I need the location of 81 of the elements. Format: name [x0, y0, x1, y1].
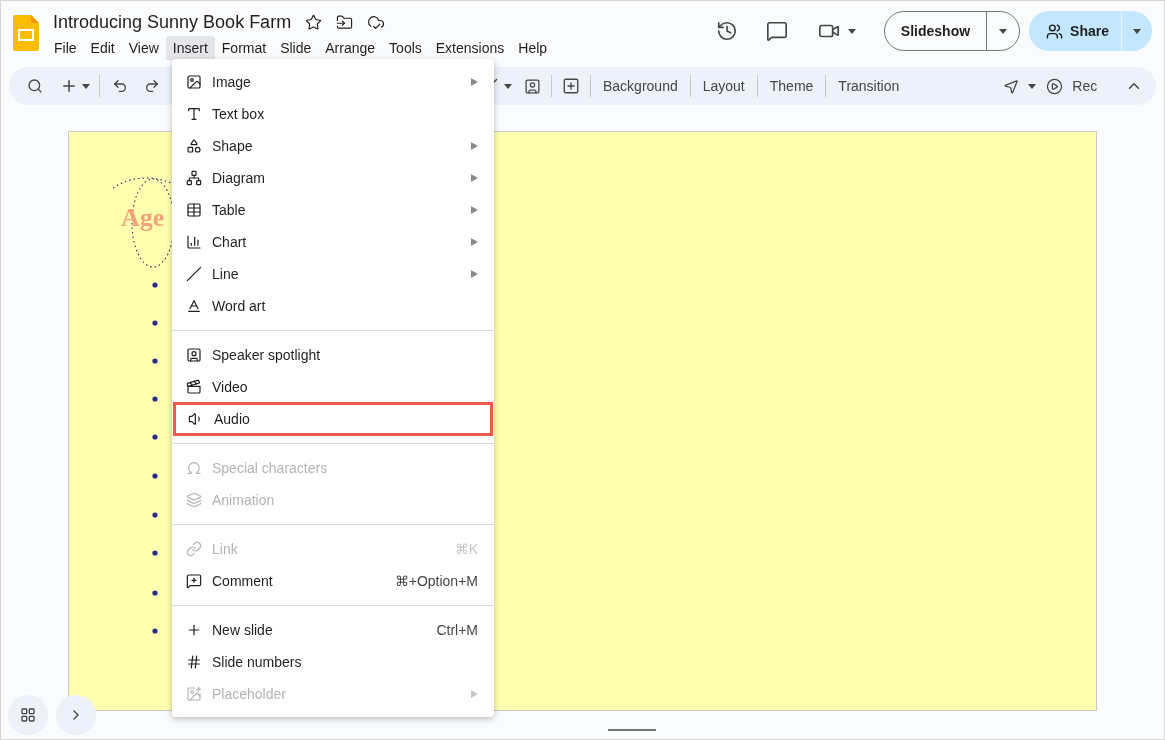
line-icon: [186, 266, 202, 282]
people-icon: [1046, 22, 1064, 40]
menu-item[interactable]: Word art: [172, 290, 494, 322]
menu-bar-item[interactable]: View: [121, 36, 166, 60]
share-split-button[interactable]: Share: [1029, 11, 1152, 51]
cloud-check-icon[interactable]: [367, 13, 386, 31]
move-folder-icon[interactable]: [336, 13, 354, 31]
menu-bar-item[interactable]: Arrange: [318, 36, 383, 60]
dropdown-caret-icon: [999, 28, 1008, 34]
share-button[interactable]: Share: [1070, 11, 1121, 51]
clapperboard-icon: [186, 379, 202, 395]
slideshow-button[interactable]: Slideshow: [884, 12, 987, 50]
submenu-arrow-icon: [471, 78, 478, 86]
pointer-icon[interactable]: [1003, 77, 1021, 95]
menu-item[interactable]: Shape: [172, 130, 494, 162]
menu-item[interactable]: Comment ⌘+Option+M: [172, 565, 494, 597]
submenu-arrow-icon: [471, 142, 478, 150]
menu-bar-item[interactable]: Extensions: [428, 36, 512, 60]
diagram-icon: [186, 170, 202, 186]
layers-icon: [186, 492, 202, 508]
caret-icon: [82, 83, 90, 89]
comment-plus-icon: [186, 573, 202, 589]
toolbar-button[interactable]: Theme: [757, 75, 826, 97]
redo-icon[interactable]: [144, 78, 160, 94]
menu-item[interactable]: Table: [172, 194, 494, 226]
submenu-arrow-icon: [471, 270, 478, 278]
menu-item[interactable]: Image: [172, 66, 494, 98]
menu-item[interactable]: Diagram: [172, 162, 494, 194]
toolbar-button[interactable]: Layout: [690, 75, 757, 97]
undo-icon[interactable]: [112, 78, 128, 94]
toolbar-button[interactable]: Transition: [826, 75, 912, 97]
caret-icon: [847, 28, 856, 34]
menu-item[interactable]: Video: [172, 371, 494, 403]
toolbar-button[interactable]: Background: [591, 75, 690, 97]
grid-view-button[interactable]: [8, 695, 48, 735]
menu-bar-item[interactable]: Insert: [165, 36, 215, 60]
resize-handle[interactable]: [608, 729, 656, 731]
shapes-icon: [186, 138, 202, 154]
menu-bar-item[interactable]: Slide: [273, 36, 319, 60]
submenu-arrow-icon: [471, 174, 478, 182]
omega-icon: [186, 460, 202, 476]
dropdown-caret-icon: [1133, 28, 1141, 34]
search-icon[interactable]: [27, 78, 43, 94]
caret-icon: [504, 83, 512, 89]
menu-bar-item[interactable]: Tools: [382, 36, 429, 60]
submenu-arrow-icon: [471, 206, 478, 214]
menu-item[interactable]: Line: [172, 258, 494, 290]
submenu-arrow-icon: [471, 690, 478, 698]
image-plus-icon: [186, 686, 202, 702]
table-icon: [186, 202, 202, 218]
record-icon[interactable]: [1046, 77, 1064, 95]
comment-plus-icon[interactable]: [562, 77, 580, 95]
plus-icon: [186, 622, 202, 638]
menu-item[interactable]: Slide numbers: [172, 646, 494, 678]
person-frame-icon: [186, 347, 202, 363]
grid-icon: [20, 707, 36, 723]
record-button[interactable]: Rec: [1072, 75, 1098, 97]
submenu-arrow-icon: [471, 238, 478, 246]
letter-icon: [186, 298, 202, 314]
menu-bar-item[interactable]: Format: [214, 36, 274, 60]
caret-icon: [1028, 83, 1037, 89]
new-slide-icon[interactable]: [60, 77, 78, 95]
link-icon: [186, 541, 202, 557]
history-icon[interactable]: [715, 20, 738, 42]
person-frame-icon[interactable]: [524, 77, 541, 95]
menu-item[interactable]: Speaker spotlight: [172, 339, 494, 371]
menu-bar-item[interactable]: Help: [511, 36, 555, 60]
comment-icon[interactable]: [765, 20, 788, 42]
slide-title: Age: [121, 202, 165, 234]
menu-item[interactable]: Chart: [172, 226, 494, 258]
text-icon: [186, 106, 202, 122]
document-title[interactable]: Introducing Sunny Book Farm: [53, 9, 292, 35]
menu-bar-item[interactable]: Edit: [83, 36, 122, 60]
hash-icon: [186, 654, 202, 670]
menu-bar-item[interactable]: File: [47, 36, 84, 60]
image-icon: [186, 74, 202, 90]
star-icon[interactable]: [305, 13, 323, 31]
chart-icon: [186, 234, 202, 250]
menu-item[interactable]: Audio: [174, 403, 492, 435]
menu-item[interactable]: Text box: [172, 98, 494, 130]
menu-item[interactable]: New slide Ctrl+M: [172, 614, 494, 646]
